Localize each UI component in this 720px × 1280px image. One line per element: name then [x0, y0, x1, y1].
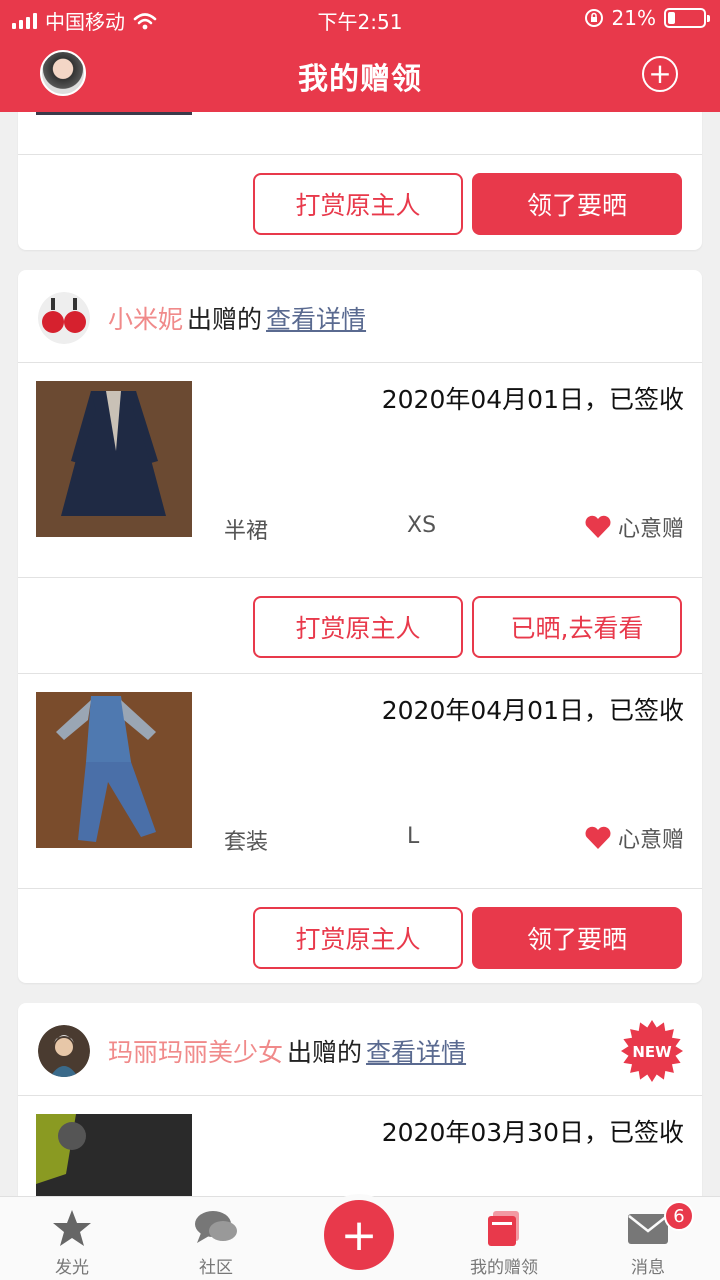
add-button[interactable]: + — [642, 56, 678, 92]
gift-item[interactable]: 2020年03月30日，已签收 — [18, 1095, 702, 1196]
reward-owner-button[interactable]: 打赏原主人 — [253, 173, 463, 235]
claim-show-button[interactable]: 领了要晒 — [472, 907, 682, 969]
tab-my-gifts[interactable]: 我的赠领 — [432, 1197, 576, 1280]
item-photo — [36, 1114, 192, 1196]
envelope-icon — [628, 1214, 668, 1244]
item-size: L — [407, 824, 420, 849]
publish-button[interactable]: + — [324, 1200, 394, 1270]
item-photo — [36, 381, 192, 537]
tab-messages[interactable]: 消息 — [576, 1197, 720, 1280]
gift-item[interactable]: 2020年04月01日，已签收 套装 L 心意赠 — [18, 673, 702, 888]
status-bar: 中国移动 下午2:51 21% — [0, 0, 720, 36]
giver-name[interactable]: 玛丽玛丽美少女 — [108, 1038, 283, 1067]
item-category: 套装 — [224, 830, 269, 855]
gift-cards-icon — [488, 1211, 519, 1246]
reward-owner-button[interactable]: 打赏原主人 — [253, 907, 463, 969]
heart-icon — [585, 515, 611, 538]
gift-type-label: 心意赠 — [617, 517, 684, 542]
gift-card: 小米妮 出赠的 查看详情 2020年04月01日，已签收 半裙 XS 心意赠 打赏原… — [18, 270, 702, 983]
gift-verb: 出赠的 — [287, 1038, 363, 1067]
tab-label: 发光 — [55, 1258, 89, 1278]
action-row: 打赏原主人 领了要晒 — [18, 888, 702, 983]
reward-owner-button[interactable]: 打赏原主人 — [253, 596, 463, 658]
plus-icon: + — [648, 57, 672, 90]
item-photo — [36, 692, 192, 848]
tab-label: 社区 — [199, 1258, 233, 1278]
gift-type-tag: 心意赠 — [584, 822, 684, 854]
gift-type-label: 心意赠 — [617, 828, 684, 853]
chat-bubbles-icon — [195, 1211, 237, 1243]
tab-label: 消息 — [631, 1258, 665, 1278]
action-row: 打赏原主人 领了要晒 — [18, 154, 702, 250]
sign-date: 2020年03月30日，已签收 — [381, 1118, 684, 1147]
rotation-lock-icon — [584, 9, 603, 27]
giver-name[interactable]: 小米妮 — [108, 305, 183, 334]
giver-avatar[interactable] — [38, 1025, 90, 1077]
tab-community[interactable]: 社区 — [144, 1197, 288, 1280]
plus-icon: + — [340, 1209, 378, 1261]
gift-card: 玛丽玛丽美少女 出赠的 查看详情 NEW 2020年03月30日，已签收 — [18, 1003, 702, 1196]
claim-show-button[interactable]: 领了要晒 — [472, 173, 682, 235]
star-icon — [53, 1210, 91, 1246]
sign-date: 2020年04月01日，已签收 — [381, 385, 684, 414]
sign-date: 2020年04月01日，已签收 — [381, 696, 684, 725]
battery-percent: 21% — [611, 6, 656, 30]
gift-type-tag: 心意赠 — [584, 511, 684, 543]
giver-avatar[interactable] — [38, 292, 90, 344]
tab-label: 我的赠领 — [470, 1258, 538, 1278]
heart-icon — [585, 826, 611, 849]
item-size: XS — [407, 513, 437, 538]
item-category: 半裙 — [224, 519, 269, 544]
action-row: 打赏原主人 已晒,去看看 — [18, 577, 702, 673]
card-header: 小米妮 出赠的 查看详情 — [18, 270, 702, 362]
view-details-link[interactable]: 查看详情 — [266, 305, 366, 334]
feed[interactable]: 打赏原主人 领了要晒 小米妮 出赠的 查看详情 2020年04月01日，已签收 … — [0, 112, 720, 1196]
gift-item[interactable]: 2020年04月01日，已签收 半裙 XS 心意赠 — [18, 362, 702, 577]
view-show-button[interactable]: 已晒,去看看 — [472, 596, 682, 658]
new-badge-label: NEW — [632, 1043, 672, 1061]
battery-icon — [664, 8, 710, 28]
item-photo — [36, 112, 192, 115]
page-title: 我的赠领 — [298, 62, 422, 97]
nav-bar: 我的赠领 + — [0, 36, 720, 112]
card-header: 玛丽玛丽美少女 出赠的 查看详情 NEW — [18, 1003, 702, 1095]
gift-card: 打赏原主人 领了要晒 — [18, 112, 702, 250]
view-details-link[interactable]: 查看详情 — [366, 1038, 466, 1067]
new-badge: NEW — [621, 1020, 683, 1082]
message-count-badge: 6 — [664, 1201, 694, 1231]
tab-glow[interactable]: 发光 — [0, 1197, 144, 1280]
gift-verb: 出赠的 — [187, 305, 263, 334]
